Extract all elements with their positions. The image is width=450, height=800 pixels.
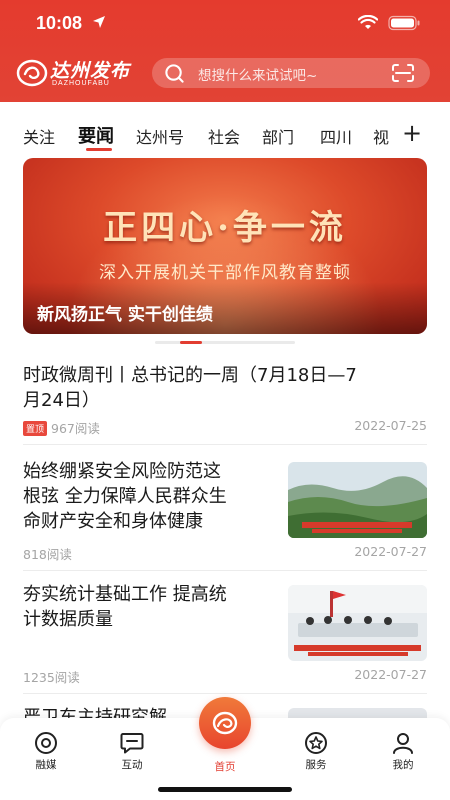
nav-media-label: 融媒 [35, 759, 57, 771]
pinned-badge: 置顶 [23, 421, 48, 436]
tab-sichuan[interactable]: 四川 [320, 124, 352, 148]
add-channel-button[interactable]: + [402, 119, 422, 147]
scan-icon[interactable] [392, 64, 414, 82]
nav-media[interactable]: 融媒 [16, 730, 76, 772]
tab-video[interactable]: 视 [373, 124, 389, 148]
location-arrow-icon [93, 16, 105, 28]
app-screen: 10:08 达州发布 DAZHOUFABU 想搜什么来试试吧~ 关注 要闻 达州… [0, 0, 450, 800]
article-thumbnail [288, 585, 427, 661]
article-title-line: 月24日） [23, 390, 100, 411]
user-icon [393, 733, 413, 754]
nav-home[interactable]: 首页 [195, 697, 255, 777]
tab-news[interactable]: 要闻 [78, 122, 114, 148]
article-title: 夯实统计基础工作 提高统 计数据质量 [23, 582, 278, 632]
chat-icon [120, 733, 144, 754]
tab-departments[interactable]: 部门 [262, 124, 294, 148]
article-title-line: 根弦 全力保障人民群众生 [23, 486, 227, 507]
article-title: 时政微周刊丨总书记的一周（7月18日—7 月24日） [23, 363, 427, 413]
nav-service[interactable]: 服务 [286, 730, 346, 772]
nav-service-label: 服务 [305, 759, 327, 771]
article-title-line: 时政微周刊丨总书记的一周（7月18日—7 [23, 365, 357, 386]
article-title-line: 夯实统计基础工作 提高统 [23, 584, 227, 605]
carousel-indicator [155, 341, 295, 344]
status-bar: 10:08 [0, 0, 450, 48]
article-title-line: 计数据质量 [23, 609, 113, 630]
tab-dazhou-hao[interactable]: 达州号 [136, 124, 184, 148]
nav-profile-label: 我的 [392, 759, 414, 771]
logo-emblem-icon [16, 59, 48, 87]
article-thumbnail [288, 462, 427, 538]
banner-caption: 新风扬正气 实干创佳绩 [37, 305, 213, 325]
battery-icon [388, 15, 420, 31]
search-bar[interactable]: 想搜什么来试试吧~ [152, 58, 430, 88]
logo-subtext: DAZHOUFABU [52, 80, 110, 87]
banner-headline: 正四心·争一流 [103, 208, 347, 248]
article-meta: 置顶 967阅读 [23, 418, 100, 437]
tab-follow[interactable]: 关注 [23, 124, 55, 148]
read-count: 1235阅读 [23, 670, 80, 685]
banner-subline: 深入开展机关干部作风教育整顿 [99, 263, 351, 283]
nav-home-label: 首页 [214, 761, 236, 773]
search-placeholder: 想搜什么来试试吧~ [198, 68, 318, 84]
eye-icon [35, 732, 57, 754]
article-title-line: 始终绷紧安全风险防范这 [23, 461, 221, 482]
logo-text: 达州发布 [50, 60, 131, 82]
tab-society[interactable]: 社会 [208, 124, 240, 148]
article-date: 2022-07-27 [354, 667, 427, 682]
channel-tabs: 关注 要闻 达州号 社会 部门 四川 视 + [0, 102, 450, 151]
app-logo[interactable]: 达州发布 DAZHOUFABU [16, 56, 141, 90]
divider [23, 570, 427, 571]
article-date: 2022-07-27 [354, 544, 427, 559]
read-count: 818阅读 [23, 547, 72, 562]
top-header: 10:08 达州发布 DAZHOUFABU 想搜什么来试试吧~ [0, 0, 450, 102]
divider [23, 444, 427, 445]
nav-profile[interactable]: 我的 [373, 730, 433, 772]
nav-interact[interactable]: 互动 [102, 730, 162, 772]
read-count: 967阅读 [51, 421, 100, 436]
divider [23, 693, 427, 694]
home-button [199, 697, 251, 749]
service-icon [305, 732, 327, 754]
nav-interact-label: 互动 [121, 759, 143, 771]
home-indicator [158, 787, 292, 792]
wifi-icon [358, 15, 378, 29]
home-logo-icon [212, 711, 238, 735]
active-tab-indicator [86, 148, 112, 151]
search-icon [165, 64, 184, 83]
article-title-line: 命财产安全和身体健康 [23, 511, 203, 532]
article-date: 2022-07-25 [354, 418, 427, 433]
hero-banner[interactable]: 正四心·争一流 深入开展机关干部作风教育整顿 新风扬正气 实干创佳绩 [23, 158, 427, 334]
article-title: 始终绷紧安全风险防范这 根弦 全力保障人民群众生 命财产安全和身体健康 [23, 459, 278, 534]
carousel-active-dot [180, 341, 202, 344]
status-time: 10:08 [36, 13, 83, 33]
